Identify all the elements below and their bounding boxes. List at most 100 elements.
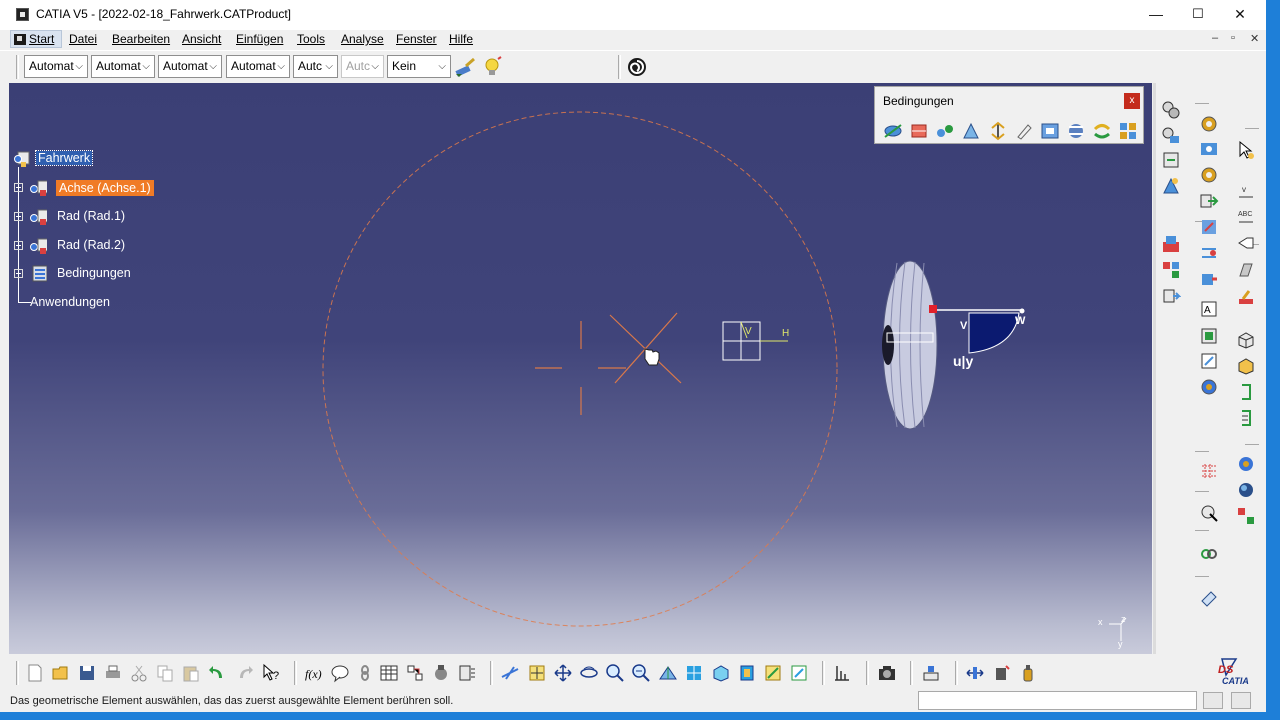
new-icon[interactable] <box>25 663 45 683</box>
zoom-out-icon[interactable] <box>631 663 651 683</box>
knowledge-icon[interactable] <box>431 663 451 683</box>
flag-note-icon[interactable] <box>1236 233 1256 253</box>
3d-viewport[interactable]: V H V W u|y x z y Fahrwerk Achse (Achse.… <box>9 83 1152 654</box>
compass-gear-icon[interactable] <box>1236 454 1256 474</box>
sketch-v-icon[interactable]: v <box>1236 182 1256 202</box>
manipulation-icon[interactable] <box>1161 234 1181 254</box>
fly-mode-icon[interactable] <box>500 663 520 683</box>
comment-icon[interactable] <box>330 663 350 683</box>
color-combo[interactable]: Automat ⌵ <box>24 55 88 78</box>
close-button[interactable]: ✕ <box>1218 0 1262 30</box>
status-options-button[interactable] <box>1203 692 1223 709</box>
replace-component-icon[interactable] <box>1161 150 1181 170</box>
toolbar-grip[interactable] <box>16 55 19 79</box>
angle-icon[interactable] <box>961 121 981 141</box>
tree-root-fahrwerk[interactable]: Fahrwerk <box>13 149 113 169</box>
menu-datei[interactable]: Datei <box>69 32 97 46</box>
copy-icon[interactable] <box>155 663 175 683</box>
expand-icon[interactable] <box>14 241 23 250</box>
sphere-icon[interactable] <box>1236 480 1256 500</box>
multi-view-icon[interactable] <box>684 663 704 683</box>
zoom-in-icon[interactable] <box>605 663 625 683</box>
menu-einfuegen[interactable]: Einfügen <box>236 32 283 46</box>
pan-icon[interactable] <box>553 663 573 683</box>
expand-icon[interactable] <box>14 183 23 192</box>
linetype-combo[interactable]: Automat ⌵ <box>226 55 290 78</box>
swap-visible-icon[interactable] <box>789 663 809 683</box>
fix-together-icon[interactable] <box>1014 121 1034 141</box>
viewport-graphics[interactable] <box>9 83 1152 654</box>
menu-tools[interactable]: Tools <box>297 32 325 46</box>
tree-item-anwendungen[interactable]: Anwendungen <box>26 293 136 313</box>
existing-component-positioning-icon[interactable] <box>1161 125 1181 145</box>
expand-icon[interactable] <box>14 212 23 221</box>
fix-icon[interactable] <box>988 121 1008 141</box>
status-stop-button[interactable] <box>1231 692 1251 709</box>
mdi-restore-button[interactable]: ▫ <box>1231 32 1235 44</box>
text-abc-icon[interactable]: ABC <box>1236 207 1256 227</box>
expand-icon[interactable] <box>14 269 23 278</box>
paste-icon[interactable] <box>181 663 201 683</box>
tools-icon[interactable] <box>457 663 477 683</box>
formula-icon[interactable]: f(x) <box>304 663 324 683</box>
rotate-icon[interactable] <box>1199 217 1219 237</box>
weld-icon[interactable] <box>1199 351 1219 371</box>
tree-item-achse[interactable]: Achse (Achse.1) <box>13 178 163 198</box>
normal-view-icon[interactable] <box>658 663 678 683</box>
solid-icon[interactable] <box>1236 356 1256 376</box>
paint-brush-icon[interactable] <box>454 56 476 78</box>
toolbar-grip[interactable] <box>294 661 297 685</box>
bracket-icon[interactable] <box>1236 382 1256 402</box>
transparency-combo[interactable]: Automat ⌵ <box>91 55 155 78</box>
product-component-icon[interactable] <box>1199 139 1219 159</box>
mdi-close-button[interactable]: ✕ <box>1250 32 1259 45</box>
point-symbol-combo[interactable]: Autc ⌵ <box>293 55 338 78</box>
toolbar-grip[interactable] <box>490 661 493 685</box>
scene-icon[interactable] <box>1199 269 1219 289</box>
mdi-minimize-button[interactable]: – <box>1212 32 1218 44</box>
power-input-field[interactable] <box>918 691 1197 710</box>
explode-icon[interactable] <box>1161 286 1181 306</box>
snap-tool-icon[interactable] <box>921 663 941 683</box>
iso-view-icon[interactable] <box>711 663 731 683</box>
minimize-button[interactable]: — <box>1134 0 1178 30</box>
text-icon[interactable]: A <box>1199 299 1219 319</box>
sensor-icon[interactable] <box>1018 663 1038 683</box>
explode-view-icon[interactable] <box>965 663 985 683</box>
contact-icon[interactable] <box>909 121 929 141</box>
quick-constraint-icon[interactable] <box>1040 121 1060 141</box>
grid-icon[interactable] <box>1199 461 1219 481</box>
plane-icon[interactable] <box>1199 589 1219 609</box>
print-icon[interactable] <box>103 663 123 683</box>
menu-fenster[interactable]: Fenster <box>396 32 437 46</box>
constraints-close-button[interactable]: x <box>1124 93 1140 109</box>
change-constraint-icon[interactable] <box>1092 121 1112 141</box>
cube-icon[interactable] <box>1236 330 1256 350</box>
open-icon[interactable] <box>51 663 71 683</box>
toolbar-grip[interactable] <box>866 661 869 685</box>
table-icon[interactable] <box>379 663 399 683</box>
move-right-icon[interactable] <box>1199 191 1219 211</box>
menu-bearbeiten[interactable]: Bearbeiten <box>112 32 170 46</box>
annotation-icon[interactable] <box>1199 326 1219 346</box>
render-style-icon[interactable] <box>737 663 757 683</box>
gear-icon[interactable] <box>1199 114 1219 134</box>
toolbar-grip[interactable] <box>910 661 913 685</box>
camera-icon[interactable] <box>877 663 897 683</box>
tree-item-rad-1[interactable]: Rad (Rad.1) <box>13 207 143 227</box>
new-part-icon[interactable] <box>1161 176 1181 196</box>
coincidence-icon[interactable] <box>883 121 903 141</box>
gear-options-icon[interactable] <box>1199 377 1219 397</box>
menu-ansicht[interactable]: Ansicht <box>182 32 221 46</box>
toolbar-grip[interactable] <box>618 55 621 79</box>
cut-icon[interactable] <box>129 663 149 683</box>
snap-icon[interactable] <box>1161 260 1181 280</box>
offset-icon[interactable] <box>935 121 955 141</box>
tree-item-bedingungen[interactable]: Bedingungen <box>13 264 143 284</box>
maximize-button[interactable]: ☐ <box>1176 0 1220 30</box>
brush-tool-icon[interactable] <box>1236 287 1256 307</box>
chain-icon[interactable] <box>1199 544 1219 564</box>
gear-icon[interactable] <box>1199 165 1219 185</box>
bracket-grid-icon[interactable] <box>1236 408 1256 428</box>
arrange-icon[interactable] <box>1236 506 1256 526</box>
